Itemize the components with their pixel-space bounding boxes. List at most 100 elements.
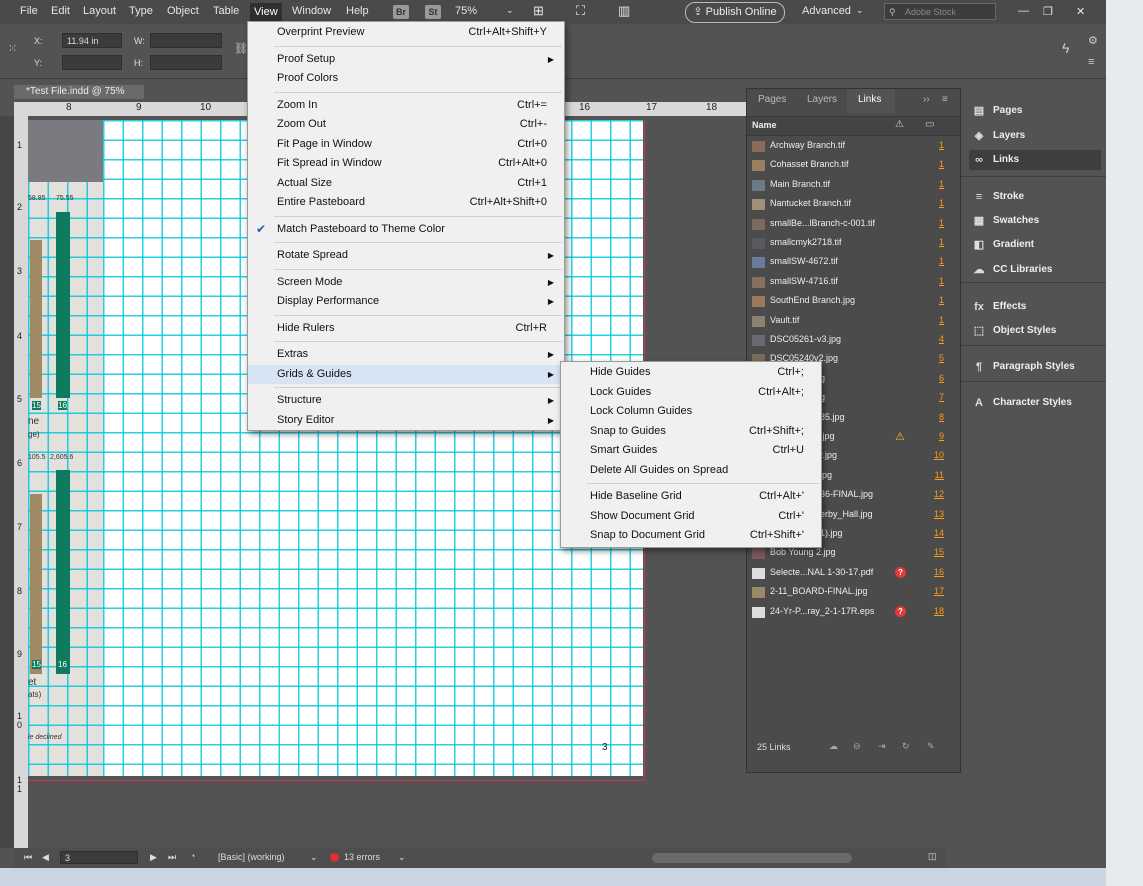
link-page-number[interactable]: 1 [939, 256, 944, 266]
menu-type[interactable]: Type [129, 5, 153, 17]
dock-item-effects[interactable]: fx Effects [969, 297, 1101, 317]
split-window-icon[interactable]: ◫ [928, 851, 937, 862]
menu-item-delete-all-guides-on-spread[interactable]: Delete All Guides on Spread [561, 461, 821, 480]
link-page-number[interactable]: 1 [939, 315, 944, 325]
menu-item-proof-setup[interactable]: Proof Setup ▶ [248, 50, 564, 69]
link-row[interactable]: Archway Branch.tif 1 [747, 137, 960, 156]
minimize-button[interactable]: — [1018, 5, 1029, 17]
menu-item-hide-guides[interactable]: Hide Guides Ctrl+; [561, 363, 821, 382]
modified-link-icon[interactable]: ⚠ [895, 430, 905, 443]
screen-mode-icon[interactable]: ⛶ [576, 3, 585, 19]
status-column-icon[interactable]: ⚠ [895, 119, 904, 130]
edit-original-icon[interactable]: ✎ [927, 741, 935, 752]
control-menu-icon[interactable]: ≡ [1088, 56, 1094, 68]
dock-item-paragraph-styles[interactable]: ¶ Paragraph Styles [969, 357, 1101, 377]
dock-item-links[interactable]: ∞ Links [969, 150, 1101, 170]
link-row[interactable]: 24-Yr-P...ray_2-1-17R.eps? 18 [747, 603, 960, 622]
menu-item-extras[interactable]: Extras ▶ [248, 345, 564, 364]
tab-pages[interactable]: Pages [758, 94, 786, 105]
errors-chevron-icon[interactable]: ⌄ [398, 852, 406, 863]
menu-item-show-document-grid[interactable]: Show Document Grid Ctrl+' [561, 507, 821, 526]
link-row[interactable]: Selecte...NAL 1-30-17.pdf? 16 [747, 564, 960, 583]
link-page-number[interactable]: 1 [939, 159, 944, 169]
style-preflight-profile[interactable]: [Basic] (working) [218, 852, 285, 862]
bar-segment[interactable] [30, 494, 42, 674]
missing-link-icon[interactable]: ? [895, 605, 906, 617]
open-page-icon[interactable]: ◔ [190, 851, 195, 861]
menu-item-story-editor[interactable]: Story Editor ▶ [248, 411, 564, 430]
menu-item-screen-mode[interactable]: Screen Mode ▶ [248, 273, 564, 292]
bar-segment[interactable] [56, 470, 70, 674]
panel-menu-icon[interactable]: ≡ [942, 94, 948, 105]
stock-button[interactable]: St [425, 5, 441, 19]
link-row[interactable]: Cohasset Branch.tif 1 [747, 156, 960, 175]
y-field[interactable] [62, 55, 122, 70]
link-page-number[interactable]: 16 [934, 567, 944, 577]
bridge-button[interactable]: Br [393, 5, 409, 19]
link-page-number[interactable]: 12 [934, 489, 944, 499]
workspace-chevron-icon[interactable]: ⌄ [856, 5, 864, 16]
errors-count[interactable]: 13 errors [344, 852, 380, 862]
link-page-number[interactable]: 9 [939, 431, 944, 441]
tab-layers[interactable]: Layers [807, 94, 837, 105]
link-page-number[interactable]: 1 [939, 218, 944, 228]
menu-item-fit-page-in-window[interactable]: Fit Page in Window Ctrl+0 [248, 135, 564, 154]
link-page-number[interactable]: 15 [934, 547, 944, 557]
link-page-number[interactable]: 1 [939, 276, 944, 286]
publish-online-button[interactable]: ⇪ Publish Online [685, 2, 785, 23]
dock-item-stroke[interactable]: ≡ Stroke [969, 187, 1101, 207]
menu-item-zoom-out[interactable]: Zoom Out Ctrl+- [248, 115, 564, 134]
menu-item-overprint-preview[interactable]: Overprint Preview Ctrl+Alt+Shift+Y [248, 23, 564, 42]
link-row[interactable]: Vault.tif 1 [747, 312, 960, 331]
adobe-stock-search[interactable]: ⚲ Adobe Stock [884, 3, 996, 20]
first-page-icon[interactable]: ⏮ [24, 852, 32, 863]
constrain-proportions-icon[interactable]: ⛓ [234, 42, 248, 55]
link-page-number[interactable]: 1 [939, 295, 944, 305]
link-page-number[interactable]: 1 [939, 140, 944, 150]
link-page-number[interactable]: 11 [935, 470, 944, 480]
zoom-chevron-icon[interactable]: ⌄ [506, 5, 514, 16]
menu-item-hide-baseline-grid[interactable]: Hide Baseline Grid Ctrl+Alt+' [561, 487, 821, 506]
link-page-number[interactable]: 18 [934, 606, 944, 616]
tab-links[interactable]: Links [847, 89, 895, 113]
dock-item-pages[interactable]: ▤ Pages [969, 101, 1101, 121]
vertical-ruler[interactable]: 1 2 3 4 5 6 7 8 9 1 0 1 1 [14, 116, 29, 848]
menu-item-fit-spread-in-window[interactable]: Fit Spread in Window Ctrl+Alt+0 [248, 154, 564, 173]
missing-link-icon[interactable]: ? [895, 566, 906, 578]
link-page-number[interactable]: 6 [939, 373, 944, 383]
menu-item-zoom-in[interactable]: Zoom In Ctrl+= [248, 96, 564, 115]
page-field[interactable]: 3 [60, 851, 138, 864]
menu-file[interactable]: File [20, 5, 38, 17]
dock-item-gradient[interactable]: ◧ Gradient [969, 235, 1101, 255]
link-row[interactable]: 2-11_BOARD-FINAL.jpg 17 [747, 583, 960, 602]
go-to-link-icon[interactable]: ⇥ [878, 741, 886, 752]
menu-item-entire-pasteboard[interactable]: Entire Pasteboard Ctrl+Alt+Shift+0 [248, 193, 564, 212]
menu-edit[interactable]: Edit [51, 5, 70, 17]
menu-item-rotate-spread[interactable]: Rotate Spread ▶ [248, 246, 564, 265]
link-page-number[interactable]: 14 [934, 528, 944, 538]
dock-item-object-styles[interactable]: ⬚ Object Styles [969, 321, 1101, 341]
link-page-number[interactable]: 5 [939, 353, 944, 363]
document-tab[interactable]: *Test File.indd @ 75% [14, 85, 144, 99]
dock-item-swatches[interactable]: ▦ Swatches [969, 211, 1101, 231]
link-row[interactable]: SouthEnd Branch.jpg 1 [747, 292, 960, 311]
link-page-number[interactable]: 1 [939, 179, 944, 189]
view-options-icon[interactable]: ⊞ [533, 3, 544, 19]
link-row[interactable]: smallBe...lBranch-c-001.tif 1 [747, 215, 960, 234]
arrange-documents-icon[interactable]: ▥ [618, 3, 630, 19]
last-page-icon[interactable]: ⏭ [168, 852, 176, 863]
link-row[interactable]: smallSW-4672.tif 1 [747, 253, 960, 272]
update-link-icon[interactable]: ↻ [902, 741, 910, 752]
control-settings-icon[interactable]: ⚙ [1088, 34, 1098, 47]
menu-table[interactable]: Table [213, 5, 239, 17]
menu-item-hide-rulers[interactable]: Hide Rulers Ctrl+R [248, 319, 564, 338]
menu-item-display-performance[interactable]: Display Performance ▶ [248, 292, 564, 311]
previous-page-icon[interactable]: ◀ [42, 852, 49, 863]
link-page-number[interactable]: 7 [939, 392, 944, 402]
link-page-number[interactable]: 4 [939, 334, 944, 344]
menu-item-lock-column-guides[interactable]: Lock Column Guides [561, 402, 821, 421]
menu-item-grids-and-guides[interactable]: Grids & Guides ▶ [248, 364, 564, 384]
menu-item-snap-to-guides[interactable]: Snap to Guides Ctrl+Shift+; [561, 422, 821, 441]
link-row[interactable]: Nantucket Branch.tif 1 [747, 195, 960, 214]
close-button[interactable]: ✕ [1076, 5, 1085, 18]
